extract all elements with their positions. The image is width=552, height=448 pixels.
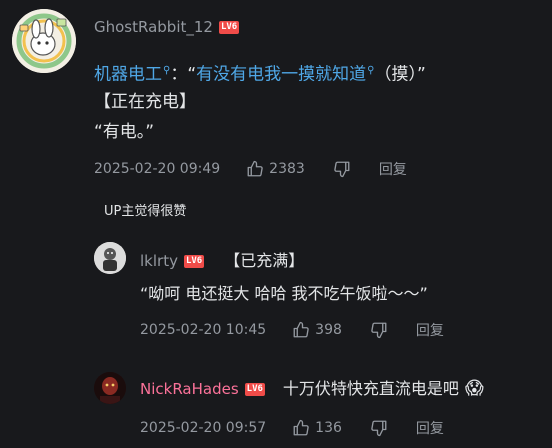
reply-text-line-2: “呦呵 电还挺大 哈哈 我不吃午饭啦～～” [140,284,428,303]
thumbs-down-icon [334,161,350,178]
comment-line-1: 机器电工⚲：“有没有电我一摸就知道⚲（摸）” [94,56,426,90]
reply-2-meta-row: 2025-02-20 09:57 136 回复 [140,418,444,438]
up-liked-tag: UP主觉得很赞 [104,204,187,219]
avatar-reply-1[interactable] [94,242,126,274]
username[interactable]: GhostRabbit_12 [94,18,213,36]
comment-line-3: “有电。” [94,122,155,142]
username[interactable]: lklrty [140,252,178,270]
dislike-button[interactable] [370,321,388,339]
username[interactable]: NickRaHades [140,380,239,398]
avatar-main[interactable] [12,9,76,73]
thumbs-down-icon [371,322,387,339]
dislike-button[interactable] [333,160,351,178]
like-count: 398 [315,322,342,338]
level-badge: LV6 [244,382,265,396]
thumbs-down-icon [371,420,387,437]
thumbs-up-icon [247,160,263,177]
thumbs-up-icon [293,321,309,338]
thumbs-up-icon [293,419,309,436]
like-button[interactable]: 136 [292,419,342,437]
comment-text-end: （摸）” [374,64,426,85]
comment-text-mid: ：“ [170,64,197,85]
reply-text-line-1: 【已充满】 [224,251,305,270]
search-link-1[interactable]: 机器电工 [94,65,162,85]
reply-text: 十万伏特快充直流电是吧 [282,379,459,398]
avatar-reply-2[interactable] [94,372,126,404]
main-meta-row: 2025-02-20 09:49 2383 回复 [94,159,407,179]
timestamp: 2025-02-20 10:45 [140,322,267,338]
reply-button[interactable]: 回复 [416,320,444,340]
level-badge: LV6 [183,254,205,268]
timestamp: 2025-02-20 09:49 [94,161,221,177]
level-badge: LV6 [218,20,240,34]
scream-emoji-icon: 😱 [464,378,484,399]
reply-1-header: lklrty LV6 【已充满】 [140,248,304,274]
comment-line-2: 【正在充电】 [94,92,196,112]
timestamp: 2025-02-20 09:57 [140,420,267,436]
like-count: 2383 [269,161,305,177]
reply-2-header: NickRaHades LV6 十万伏特快充直流电是吧 😱 [140,376,484,402]
search-link-2[interactable]: 有没有电我一摸就知道 [196,65,366,85]
reply-1-meta-row: 2025-02-20 10:45 398 回复 [140,320,444,340]
like-count: 136 [315,420,342,436]
like-button[interactable]: 2383 [246,160,305,178]
like-button[interactable]: 398 [292,321,342,339]
reply-button[interactable]: 回复 [416,418,444,438]
main-user-row: GhostRabbit_12 LV6 [94,18,240,36]
reply-button[interactable]: 回复 [379,159,407,179]
dislike-button[interactable] [370,419,388,437]
